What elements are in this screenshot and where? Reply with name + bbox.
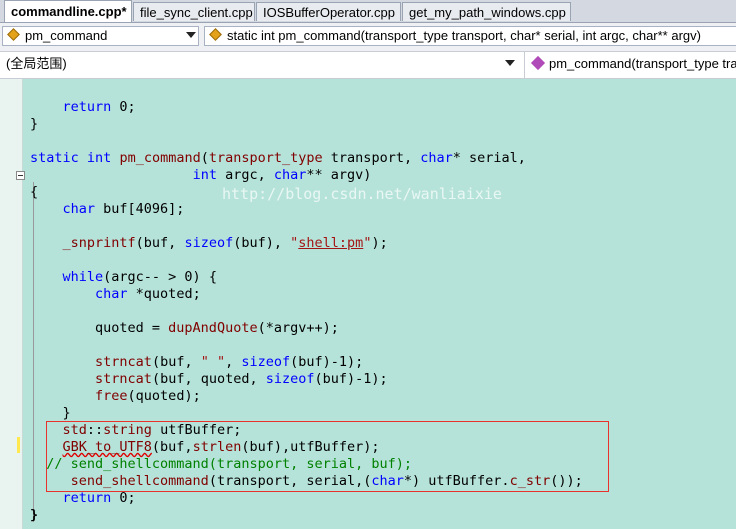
method-icon [530, 55, 546, 71]
code-line: int argc, char** argv) [192, 167, 372, 183]
function-icon [209, 28, 222, 41]
function-scope-combo[interactable]: pm_command(transport_type tra [527, 55, 736, 75]
highlight-box [46, 421, 609, 492]
scope-combo-value: pm_command [25, 28, 108, 43]
code-line: return 0; [62, 99, 136, 115]
code-line: while(argc-- > 0) { [62, 269, 217, 285]
document-tab-bar: commandline.cpp* file_sync_client.cpp IO… [0, 0, 736, 23]
code-line: quoted = dupAndQuote(*argv++); [30, 320, 339, 336]
tab-get-my-path-windows-cpp[interactable]: get_my_path_windows.cpp [402, 2, 571, 21]
code-line: free(quoted); [95, 388, 201, 404]
code-line: _snprintf(buf, sizeof(buf), "shell:pm"); [62, 235, 388, 251]
code-line: } [30, 405, 71, 421]
code-line: return 0; [62, 490, 136, 506]
global-scope-value: (全局范围) [6, 56, 67, 71]
tab-iosbufferoperator-cpp[interactable]: IOSBufferOperator.cpp [256, 2, 401, 21]
global-scope-combo[interactable]: (全局范围) [2, 55, 521, 75]
code-line: } [30, 116, 39, 132]
tab-file-sync-client-cpp[interactable]: file_sync_client.cpp [133, 2, 255, 21]
member-combo[interactable]: static int pm_command(transport_type tra… [204, 26, 736, 46]
navigation-bar: pm_command static int pm_command(transpo… [0, 23, 736, 52]
function-icon [7, 28, 20, 41]
code-line: static int pm_command(transport_type tra… [30, 150, 526, 166]
scope-bar: (全局范围) pm_command(transport_type tra [0, 52, 736, 79]
code-line: char buf[4096]; [62, 201, 185, 217]
chevron-down-icon[interactable] [186, 32, 196, 38]
chevron-down-icon[interactable] [505, 60, 515, 66]
code-line: } [30, 507, 39, 523]
code-line: strncat(buf, " ", sizeof(buf)-1); [95, 354, 364, 370]
code-line: strncat(buf, quoted, sizeof(buf)-1); [95, 371, 388, 387]
code-line: { [30, 184, 39, 200]
scope-combo[interactable]: pm_command [2, 26, 199, 46]
divider [524, 52, 525, 78]
member-combo-value: static int pm_command(transport_type tra… [227, 28, 701, 43]
function-scope-value: pm_command(transport_type tra [549, 56, 736, 71]
tab-commandline-cpp[interactable]: commandline.cpp* [4, 0, 132, 22]
watermark: http://blog.csdn.net/wanliaixie [222, 185, 502, 203]
code-line: char *quoted; [95, 286, 201, 302]
